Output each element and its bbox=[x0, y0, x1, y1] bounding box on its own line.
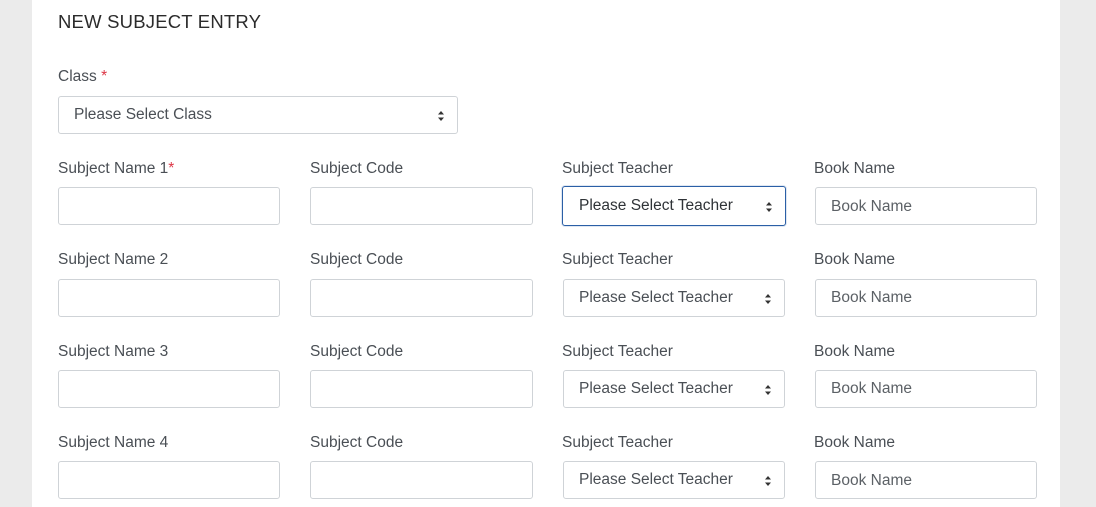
subject-code-3-input[interactable] bbox=[310, 370, 533, 408]
sort-caret-icon bbox=[765, 294, 771, 304]
subject-name-4-input[interactable] bbox=[58, 461, 280, 499]
subject-code-2-label: Subject Code bbox=[310, 251, 404, 268]
subject-name-1-label: Subject Name 1* bbox=[58, 160, 174, 178]
required-mark: * bbox=[168, 160, 175, 177]
subject-name-1-input[interactable] bbox=[58, 187, 280, 225]
subject-teacher-3-value: Please Select Teacher bbox=[579, 380, 733, 397]
book-name-4-placeholder: Book Name bbox=[831, 472, 912, 489]
subject-teacher-1-value: Please Select Teacher bbox=[579, 197, 733, 214]
subject-code-2-input[interactable] bbox=[310, 279, 533, 317]
book-name-3-placeholder: Book Name bbox=[831, 380, 912, 397]
subject-teacher-2-label: Subject Teacher bbox=[562, 251, 673, 268]
required-mark: * bbox=[101, 68, 108, 85]
subject-code-1-input[interactable] bbox=[310, 187, 533, 225]
class-label: Class * bbox=[58, 68, 107, 86]
subject-teacher-4-label: Subject Teacher bbox=[562, 434, 673, 451]
subject-teacher-4-value: Please Select Teacher bbox=[579, 471, 733, 488]
sort-caret-icon bbox=[438, 111, 444, 121]
book-name-4-label: Book Name bbox=[814, 434, 895, 451]
sort-caret-icon bbox=[766, 202, 772, 212]
book-name-3-input[interactable]: Book Name bbox=[815, 370, 1037, 408]
page-title: NEW SUBJECT ENTRY bbox=[58, 11, 262, 32]
class-label-text: Class bbox=[58, 68, 97, 85]
subject-teacher-1-label: Subject Teacher bbox=[562, 160, 673, 177]
subject-teacher-3-select[interactable]: Please Select Teacher bbox=[563, 370, 785, 408]
subject-teacher-4-select[interactable]: Please Select Teacher bbox=[563, 461, 785, 499]
book-name-1-input[interactable]: Book Name bbox=[815, 187, 1037, 225]
subject-teacher-3-label: Subject Teacher bbox=[562, 343, 673, 360]
subject-teacher-1-select[interactable]: Please Select Teacher bbox=[562, 186, 786, 226]
subject-name-4-label: Subject Name 4 bbox=[58, 434, 169, 451]
book-name-2-placeholder: Book Name bbox=[831, 289, 912, 306]
class-select-value: Please Select Class bbox=[74, 106, 212, 123]
subject-name-3-label: Subject Name 3 bbox=[58, 343, 169, 360]
book-name-1-label: Book Name bbox=[814, 160, 895, 177]
book-name-2-input[interactable]: Book Name bbox=[815, 279, 1037, 317]
subject-teacher-2-select[interactable]: Please Select Teacher bbox=[563, 279, 785, 317]
book-name-4-input[interactable]: Book Name bbox=[815, 461, 1037, 499]
subject-name-3-input[interactable] bbox=[58, 370, 280, 408]
subject-code-3-label: Subject Code bbox=[310, 343, 404, 360]
subject-entry-card: NEW SUBJECT ENTRY Class * Please Select … bbox=[32, 0, 1060, 507]
subject-name-2-label: Subject Name 2 bbox=[58, 251, 169, 268]
book-name-1-placeholder: Book Name bbox=[831, 198, 912, 215]
subject-name-1-label-text: Subject Name 1 bbox=[58, 160, 169, 177]
subject-code-4-input[interactable] bbox=[310, 461, 533, 499]
class-select[interactable]: Please Select Class bbox=[58, 96, 458, 134]
subject-name-2-input[interactable] bbox=[58, 279, 280, 317]
book-name-2-label: Book Name bbox=[814, 251, 895, 268]
subject-code-4-label: Subject Code bbox=[310, 434, 404, 451]
sort-caret-icon bbox=[765, 385, 771, 395]
subject-code-1-label: Subject Code bbox=[310, 160, 404, 177]
book-name-3-label: Book Name bbox=[814, 343, 895, 360]
sort-caret-icon bbox=[765, 476, 771, 486]
subject-teacher-2-value: Please Select Teacher bbox=[579, 289, 733, 306]
